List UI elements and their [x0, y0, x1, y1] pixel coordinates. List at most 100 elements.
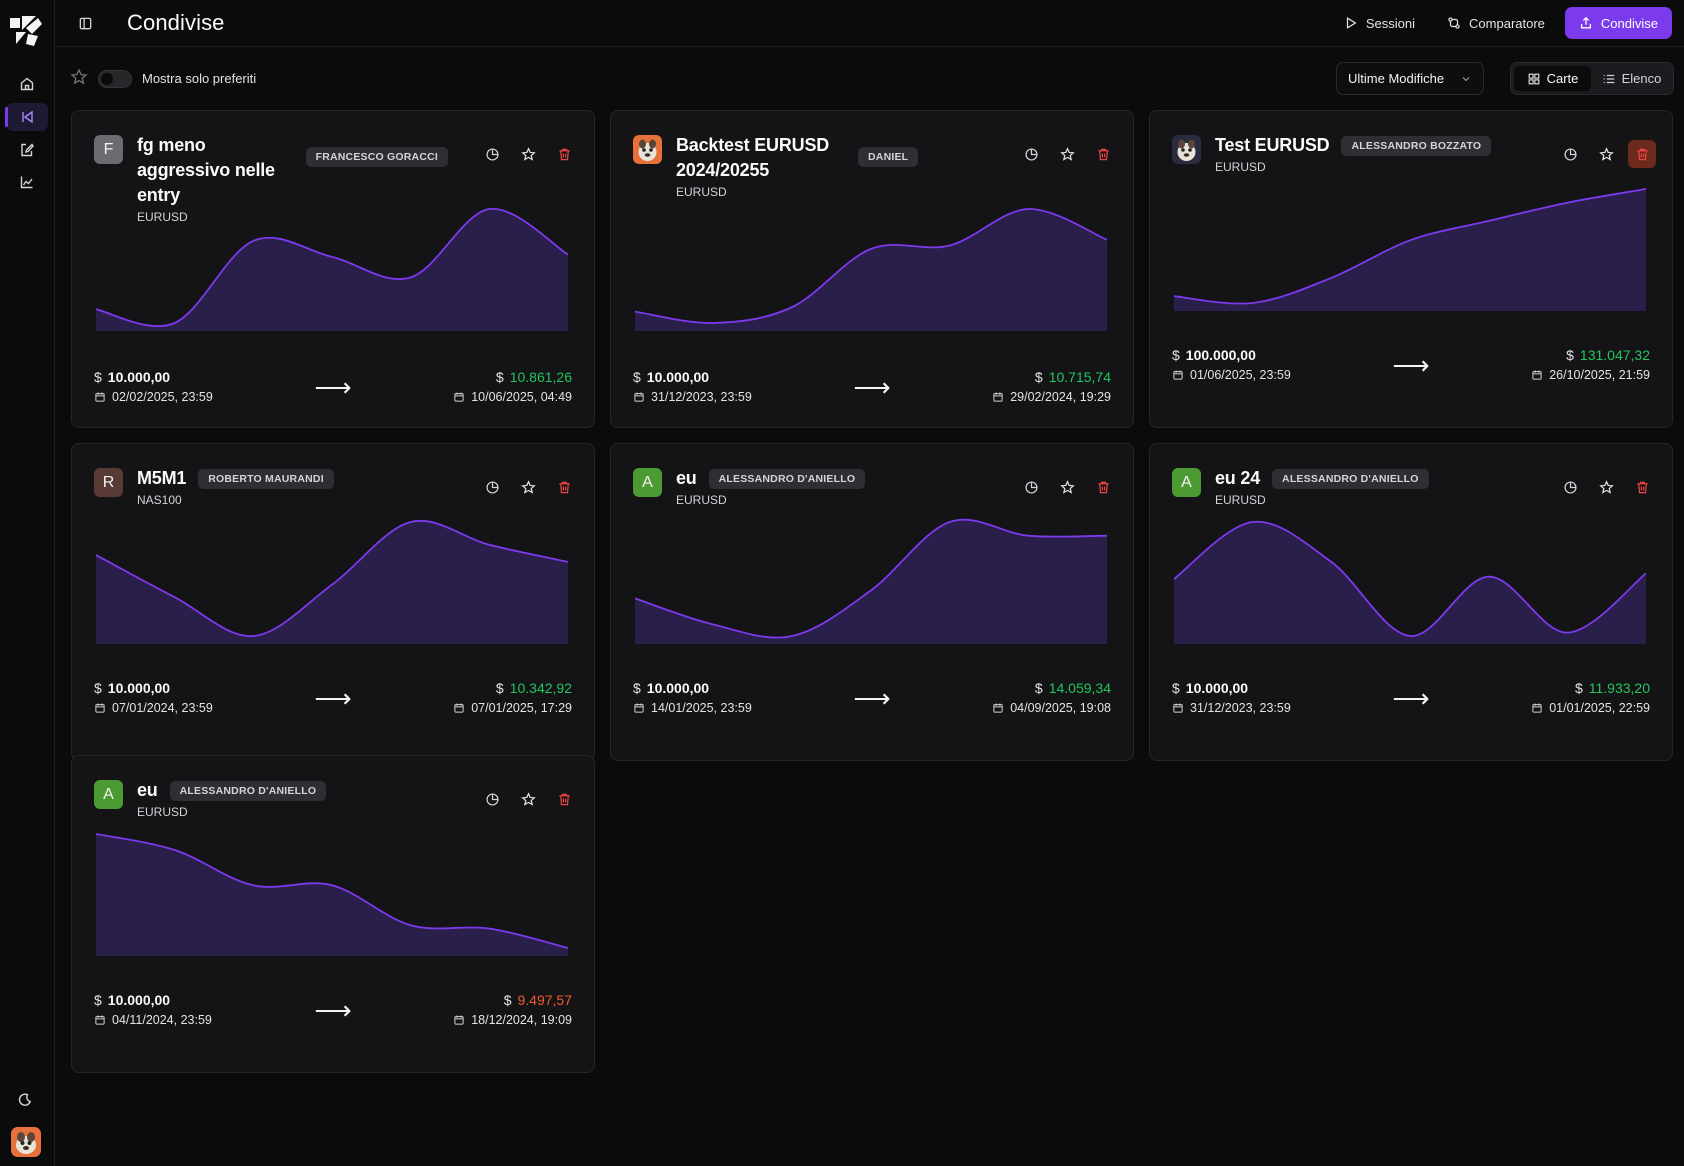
nav-backtest[interactable] — [5, 103, 48, 131]
delete-button[interactable] — [550, 140, 578, 168]
grid-icon — [1528, 73, 1539, 84]
dollar-icon: $ — [495, 369, 504, 385]
card-title-block: eu ALESSANDRO D'ANIELLO EURUSD — [676, 466, 987, 507]
trash-icon — [558, 481, 570, 493]
stats-button[interactable] — [478, 473, 506, 501]
dollar-icon: $ — [503, 992, 512, 1008]
equity-area — [1174, 521, 1646, 644]
delete-button[interactable] — [550, 473, 578, 501]
end-date: 04/09/2025, 19:08 — [992, 701, 1111, 715]
favorite-button[interactable] — [1592, 140, 1620, 168]
card-title: Backtest EURUSD 2024/20255 — [676, 135, 830, 180]
favorites-toggle[interactable] — [98, 70, 132, 88]
sidebar-toggle-icon[interactable] — [75, 13, 95, 33]
avatar: R — [94, 468, 123, 497]
symbol-label: EURUSD — [137, 805, 188, 819]
pie-chart-icon — [1024, 147, 1038, 161]
equity-area — [96, 208, 568, 331]
end-date-value: 04/09/2025, 19:08 — [1010, 701, 1111, 715]
calendar-icon — [454, 392, 464, 402]
backtest-card[interactable]: Aeu 24 ALESSANDRO D'ANIELLO EURUSD $10.000,… — [1149, 443, 1673, 761]
avatar — [1172, 135, 1201, 164]
chevron-down-icon — [1462, 76, 1470, 81]
topbar: Condivise Sessioni Comparatore Condivise — [55, 0, 1684, 47]
nav-journal[interactable] — [6, 136, 48, 164]
delete-button[interactable] — [550, 785, 578, 813]
skip-back-icon — [22, 110, 33, 124]
avatar — [633, 135, 662, 164]
arrow-right-icon: ⟶ — [314, 995, 352, 1025]
nav-home[interactable] — [6, 70, 48, 98]
card-footer: $10.000,00 02/02/2025, 23:59 ⟶ $10.861,26 10… — [94, 369, 572, 413]
sort-select[interactable]: Ultime Modifiche — [1336, 62, 1484, 95]
star-icon[interactable] — [70, 68, 88, 86]
start-amount-value: 10.000,00 — [107, 992, 171, 1008]
pie-chart-icon — [1563, 480, 1577, 494]
stats-button[interactable] — [1556, 473, 1584, 501]
backtest-card[interactable]: Backtest EURUSD 2024/20255 DANIEL EURUSD $1… — [610, 110, 1134, 428]
backtest-card[interactable]: Aeu ALESSANDRO D'ANIELLO EURUSD $10.000,00 0… — [71, 755, 595, 1073]
user-avatar[interactable] — [11, 1127, 41, 1157]
equity-chart — [1174, 188, 1646, 311]
backtest-card[interactable]: R M5M1 ROBERTO MAURANDI NAS100 $10.000,00 07/… — [71, 443, 595, 761]
card-title-line: Backtest EURUSD 2024/20255 DANIEL — [676, 133, 987, 183]
favorite-button[interactable] — [514, 785, 542, 813]
pie-chart-icon — [485, 792, 499, 806]
star-icon — [1598, 479, 1614, 494]
view-cards-button[interactable]: Carte — [1514, 66, 1591, 91]
stats-button[interactable] — [478, 140, 506, 168]
filter-bar: Mostra solo preferiti Ultime Modifiche C… — [70, 62, 1674, 96]
start-date: 31/12/2023, 23:59 — [1172, 701, 1291, 715]
backtest-card[interactable]: Aeu ALESSANDRO D'ANIELLO EURUSD $10.000,00 1… — [610, 443, 1134, 761]
trash-icon — [558, 148, 570, 160]
end-date: 07/01/2025, 17:29 — [453, 701, 572, 715]
delete-button[interactable] — [1089, 473, 1117, 501]
trash-icon — [1097, 481, 1109, 493]
calendar-icon — [454, 1015, 464, 1025]
share-button[interactable]: Condivise — [1564, 7, 1672, 39]
dollar-icon: $ — [633, 680, 641, 696]
home-icon — [20, 77, 34, 91]
card-title: eu — [137, 780, 158, 800]
start-date: 04/11/2024, 23:59 — [94, 1013, 212, 1027]
comparator-button[interactable]: Comparatore — [1435, 7, 1557, 39]
delete-button[interactable] — [1628, 140, 1656, 168]
owner-badge: DANIEL — [858, 147, 919, 167]
card-title-block: Test EURUSD ALESSANDRO BOZZATO EURUSD — [1215, 133, 1526, 174]
app-logo[interactable] — [8, 14, 44, 48]
dollar-icon: $ — [1034, 680, 1043, 696]
card-title-line: eu ALESSANDRO D'ANIELLO — [676, 466, 987, 491]
theme-toggle-icon[interactable] — [13, 1088, 37, 1112]
delete-button[interactable] — [1628, 473, 1656, 501]
favorite-button[interactable] — [1592, 473, 1620, 501]
favorite-button[interactable] — [1053, 473, 1081, 501]
view-cards-label: Carte — [1546, 71, 1579, 86]
end-amount: $14.059,34 — [1035, 680, 1111, 696]
stats-button[interactable] — [1017, 140, 1045, 168]
equity-area — [96, 834, 568, 956]
card-title-line: eu ALESSANDRO D'ANIELLO — [137, 778, 448, 803]
calendar-icon — [454, 703, 464, 713]
backtest-card[interactable]: Test EURUSD ALESSANDRO BOZZATO EURUSD $100.… — [1149, 110, 1673, 428]
delete-button[interactable] — [1089, 140, 1117, 168]
card-actions — [1017, 473, 1117, 501]
star-icon — [1598, 146, 1614, 161]
sessions-button[interactable]: Sessioni — [1332, 7, 1427, 39]
start-amount-value: 10.000,00 — [107, 680, 171, 696]
nav-analytics[interactable] — [6, 168, 48, 196]
view-switcher: Carte Elenco — [1510, 62, 1674, 95]
card-title-block: eu ALESSANDRO D'ANIELLO EURUSD — [137, 778, 448, 819]
calendar-icon — [1173, 370, 1183, 380]
backtest-card[interactable]: Ffg meno aggressivo nelle entry FRANCESCO… — [71, 110, 595, 428]
share-icon — [1580, 16, 1591, 29]
view-list-button[interactable]: Elenco — [1593, 66, 1670, 91]
symbol-label: EURUSD — [1215, 160, 1266, 174]
start-amount: $10.000,00 — [633, 369, 709, 385]
favorite-button[interactable] — [514, 473, 542, 501]
favorite-button[interactable] — [514, 140, 542, 168]
favorite-button[interactable] — [1053, 140, 1081, 168]
stats-button[interactable] — [478, 785, 506, 813]
stats-button[interactable] — [1556, 140, 1584, 168]
stats-button[interactable] — [1017, 473, 1045, 501]
trash-icon — [558, 793, 570, 805]
